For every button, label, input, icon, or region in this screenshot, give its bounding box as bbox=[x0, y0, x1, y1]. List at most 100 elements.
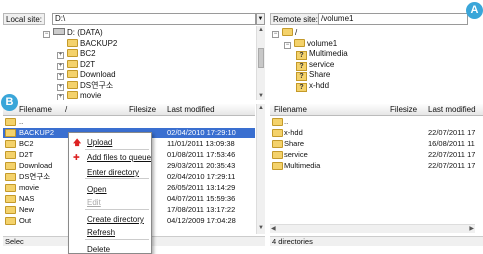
column-last-modified[interactable]: Last modified bbox=[428, 104, 476, 116]
scroll-up-icon[interactable]: ▲ bbox=[257, 104, 265, 112]
column-filename[interactable]: Filename bbox=[19, 104, 52, 116]
collapse-icon[interactable]: − bbox=[43, 31, 50, 38]
menu-item-refresh[interactable]: Refresh bbox=[69, 227, 115, 238]
tree-item[interactable]: − volume1 bbox=[284, 38, 337, 49]
tree-item[interactable]: + D2T bbox=[57, 59, 95, 70]
file-modified: 11/01/2011 13:09:38 bbox=[167, 139, 235, 148]
file-modified: 22/07/2011 17 bbox=[428, 161, 475, 170]
tree-item-label: BC2 bbox=[80, 49, 96, 58]
menu-item-open[interactable]: Open bbox=[69, 184, 107, 195]
file-name: x-hdd bbox=[284, 128, 303, 137]
file-modified: 02/04/2010 17:29:10 bbox=[167, 128, 236, 137]
expand-icon[interactable]: + bbox=[57, 94, 64, 100]
file-modified: 26/05/2011 13:14:29 bbox=[167, 183, 236, 192]
file-name: NAS bbox=[19, 194, 35, 203]
tree-item[interactable]: ? x-hdd bbox=[296, 80, 329, 92]
menu-item-delete[interactable]: Delete bbox=[69, 244, 110, 253]
tree-item[interactable]: ? Share bbox=[296, 69, 330, 81]
tree-item[interactable]: − / bbox=[272, 27, 297, 38]
menu-item-enter-directory[interactable]: Enter directory bbox=[69, 167, 139, 178]
file-modified: 17/08/2011 13:17:22 bbox=[167, 205, 236, 214]
menu-item-add-files-to-queue[interactable]: ✚ Add files to queue bbox=[69, 152, 151, 163]
scroll-down-icon[interactable]: ▼ bbox=[257, 92, 265, 100]
local-site-dropdown-icon[interactable]: ▼ bbox=[256, 13, 265, 25]
table-row[interactable]: Multimedia 22/07/2011 17 bbox=[270, 161, 475, 171]
folder-icon bbox=[5, 162, 16, 170]
menu-item-label: Upload bbox=[87, 138, 113, 147]
column-last-modified[interactable]: Last modified bbox=[167, 104, 215, 116]
table-row[interactable]: x-hdd 22/07/2011 17 bbox=[270, 128, 475, 138]
folder-icon bbox=[67, 38, 78, 47]
table-row[interactable]: Share 16/08/2011 11 bbox=[270, 139, 475, 149]
menu-item-label: Edit bbox=[87, 198, 101, 207]
tree-item[interactable]: − D: (DATA) bbox=[43, 27, 103, 38]
tree-item[interactable]: ? Multimedia bbox=[296, 48, 348, 60]
badge-a: A bbox=[466, 2, 483, 19]
remote-site-input[interactable]: /volume1 bbox=[318, 13, 468, 25]
scroll-thumb[interactable] bbox=[258, 48, 264, 68]
tree-item-label: Download bbox=[80, 70, 116, 79]
menu-item-create-directory[interactable]: Create directory bbox=[69, 214, 144, 225]
tree-item-label: / bbox=[295, 28, 298, 37]
folder-icon bbox=[272, 129, 283, 137]
remote-tree[interactable]: − / − volume1? Multimedia? service? Share? x-hd… bbox=[270, 26, 475, 100]
folder-icon bbox=[5, 129, 16, 137]
drive-icon bbox=[53, 28, 65, 35]
local-site-input[interactable]: D:\ bbox=[52, 13, 256, 25]
file-name: Share bbox=[284, 139, 305, 148]
file-modified: 22/07/2011 17 bbox=[428, 128, 475, 137]
remote-file-list[interactable]: .. x-hdd 22/07/2011 17 Share 16/08/2011 11 se… bbox=[270, 117, 475, 222]
tree-item[interactable]: + movie bbox=[57, 90, 101, 100]
local-tree[interactable]: − D: (DATA) BACKUP2 + BC2 + D2T + Download + DS연구소… bbox=[3, 26, 255, 100]
tree-item[interactable]: ? service bbox=[296, 59, 334, 71]
tree-item-label: Multimedia bbox=[309, 49, 348, 58]
tree-item-label: D: (DATA) bbox=[67, 28, 103, 37]
file-modified: 04/07/2011 15:59:36 bbox=[167, 194, 236, 203]
collapse-icon[interactable]: − bbox=[272, 31, 279, 38]
file-modified: 22/07/2011 17 bbox=[428, 150, 475, 159]
local-file-header: Filename / Filesize Last modified bbox=[3, 104, 255, 116]
menu-item-upload[interactable]: 🡅 Upload bbox=[69, 137, 112, 148]
file-name: BC2 bbox=[19, 139, 34, 148]
column-filesize[interactable]: Filesize bbox=[390, 104, 417, 116]
tree-item[interactable]: + BC2 bbox=[57, 48, 96, 59]
scroll-up-icon[interactable]: ▲ bbox=[257, 26, 265, 34]
menu-item-label: Enter directory bbox=[87, 168, 140, 177]
folder-icon bbox=[67, 91, 78, 99]
folder-icon bbox=[5, 173, 16, 181]
menu-separator bbox=[85, 149, 149, 150]
table-row[interactable]: .. bbox=[270, 117, 475, 127]
file-name: Out bbox=[19, 216, 32, 225]
column-filename[interactable]: Filename bbox=[274, 104, 307, 116]
remote-site-label: Remote site: bbox=[270, 13, 321, 25]
folder-icon bbox=[272, 151, 283, 159]
file-name: DS연구소 bbox=[19, 172, 51, 181]
folder-icon bbox=[282, 28, 293, 36]
folder-icon bbox=[5, 151, 16, 159]
folder-icon bbox=[272, 140, 283, 148]
scroll-left-icon[interactable]: ◀ bbox=[271, 225, 276, 234]
menu-item-edit[interactable]: Edit bbox=[69, 197, 101, 208]
local-list-scrollbar[interactable]: ▲ ▼ bbox=[256, 104, 265, 234]
tree-item[interactable]: BACKUP2 bbox=[57, 38, 117, 49]
folder-icon bbox=[272, 118, 283, 126]
folder-icon bbox=[5, 217, 16, 225]
menu-separator bbox=[85, 209, 149, 210]
scroll-down-icon[interactable]: ▼ bbox=[257, 224, 265, 232]
tree-item-label: BACKUP2 bbox=[80, 38, 118, 48]
table-row[interactable]: service 22/07/2011 17 bbox=[270, 150, 475, 160]
file-name: D2T bbox=[19, 150, 34, 159]
collapse-icon[interactable]: − bbox=[284, 41, 291, 49]
file-name: New bbox=[19, 205, 35, 214]
menu-separator bbox=[85, 239, 149, 240]
table-row[interactable]: .. bbox=[3, 117, 255, 127]
context-menu: 🡅 Upload ✚ Add files to queue Enter director… bbox=[68, 132, 152, 254]
column-filesize[interactable]: Filesize bbox=[129, 104, 156, 116]
tree-item[interactable]: + Download bbox=[57, 69, 116, 80]
tree-item[interactable]: + DS연구소 bbox=[57, 80, 113, 91]
folder-icon bbox=[67, 59, 78, 68]
scroll-right-icon[interactable]: ▶ bbox=[469, 225, 474, 234]
local-tree-scrollbar[interactable]: ▲ ▼ bbox=[256, 26, 265, 100]
remote-hscrollbar[interactable]: ◀ ▶ bbox=[270, 224, 475, 233]
file-name: .. bbox=[284, 117, 289, 126]
